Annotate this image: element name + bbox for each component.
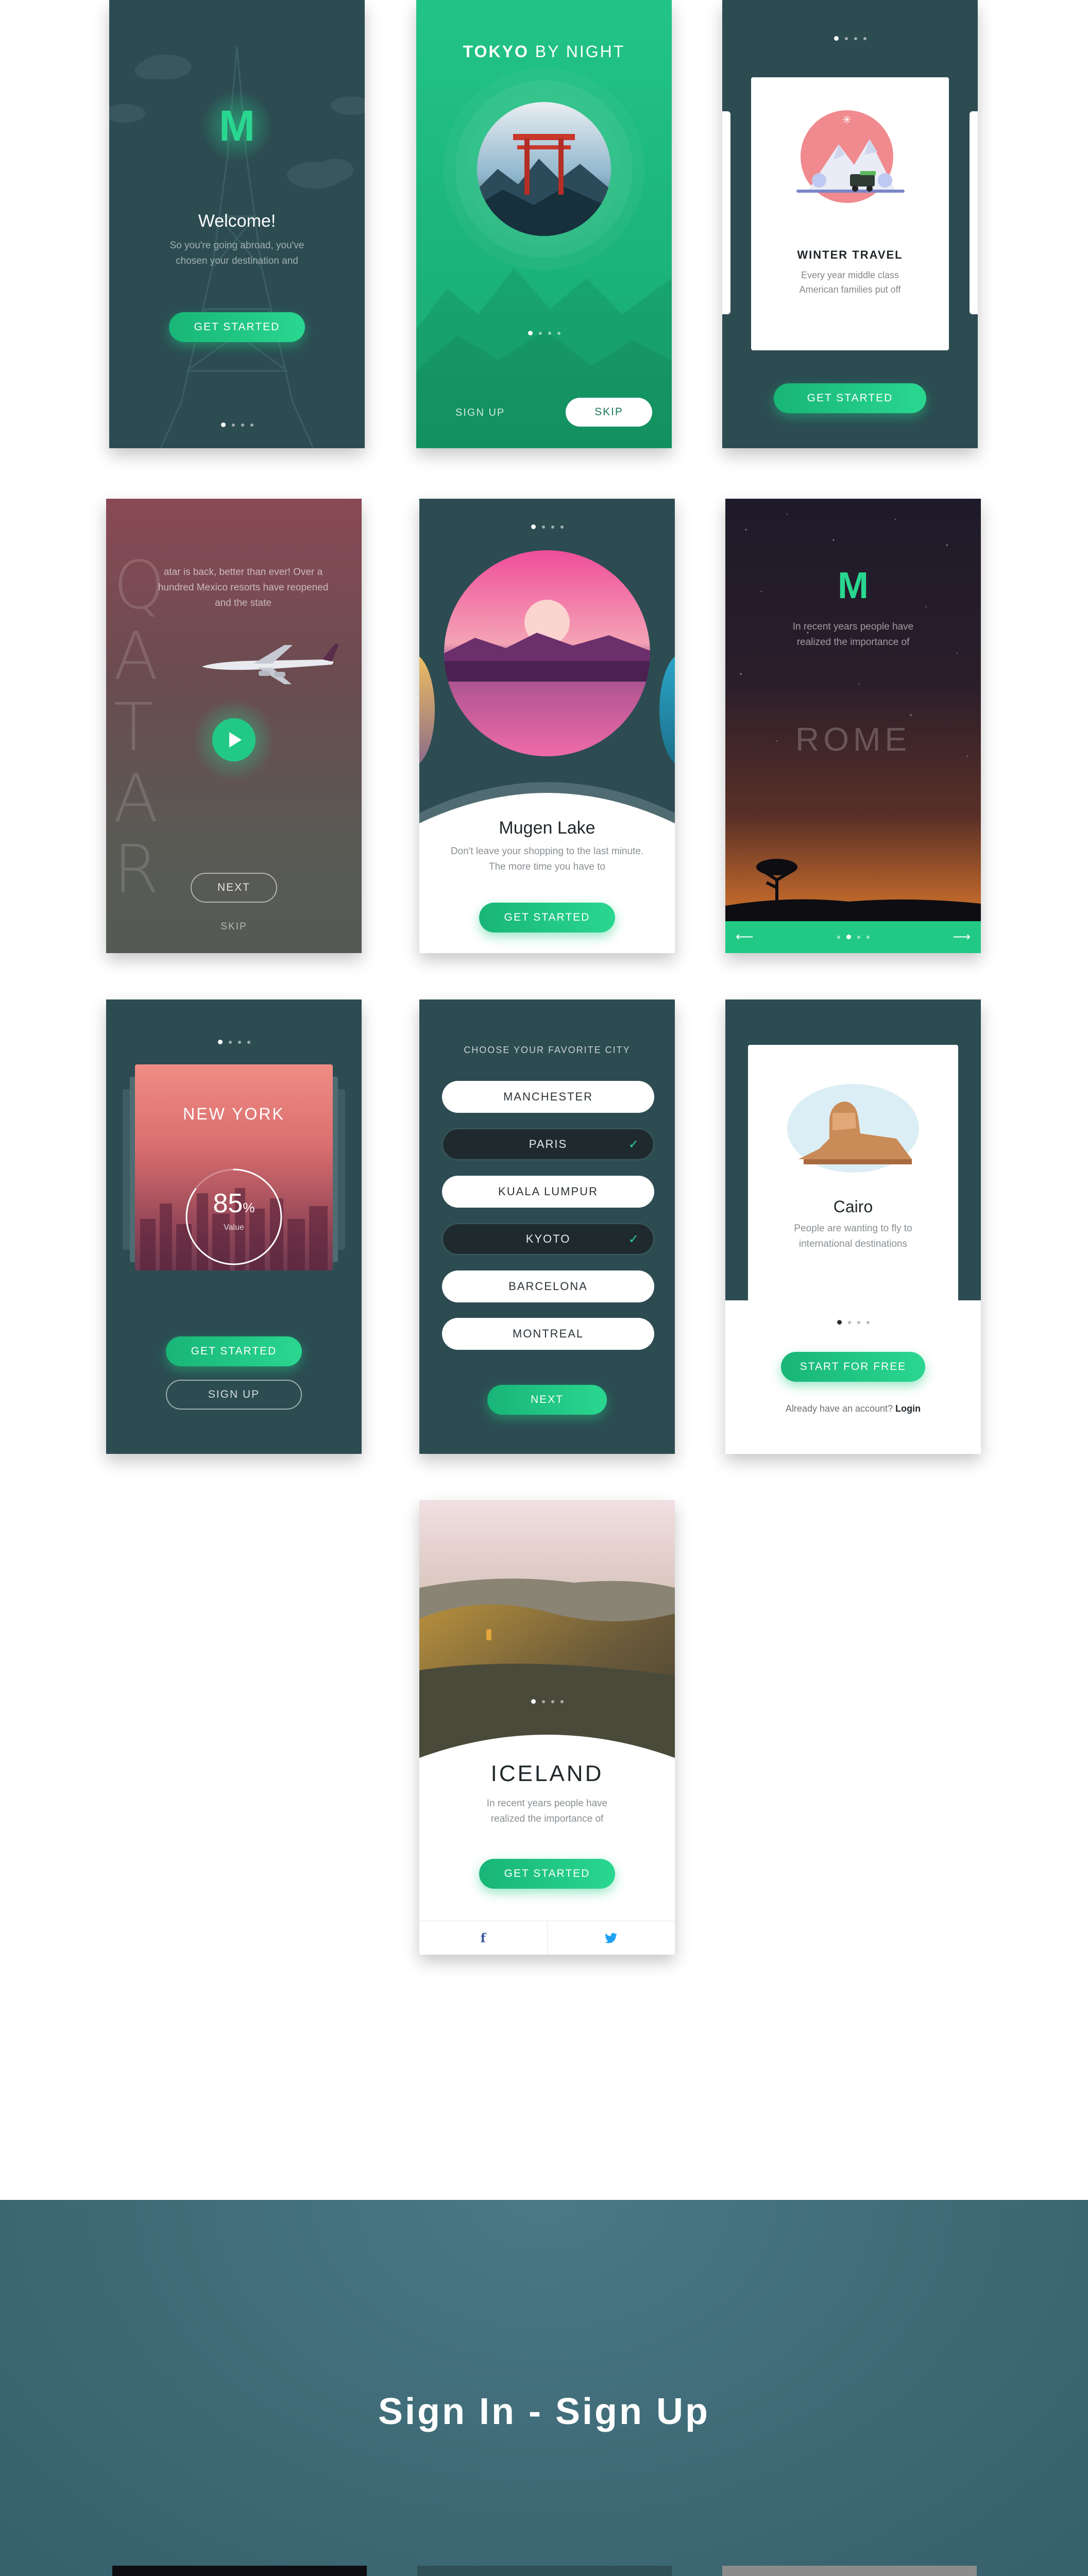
preview-screen-left — [112, 2566, 367, 2576]
progress-percent-sign: % — [243, 1200, 255, 1215]
cairo-title: Cairo — [833, 1197, 873, 1216]
app-logo: M — [838, 565, 869, 606]
signup-link[interactable]: SIGN UP — [455, 407, 505, 419]
section-banner: Sign In - Sign Up — [0, 2200, 1088, 2576]
preview-screen-center — [417, 2566, 672, 2576]
facebook-icon: f — [480, 1930, 486, 1945]
winter-illustration: ✳ — [796, 110, 905, 203]
page-indicator — [106, 1040, 362, 1044]
winter-subtitle: Every year middle class American familie… — [799, 270, 901, 295]
city-name: BARCELONA — [508, 1280, 588, 1293]
iceland-subtitle: In recent years people have realized the… — [486, 1798, 608, 1824]
get-started-button[interactable]: GET STARTED — [169, 312, 305, 342]
iceland-screen: ICELAND In recent years people have real… — [419, 1500, 675, 1955]
progress-label: Value — [224, 1223, 244, 1232]
checkmark-icon: ✓ — [628, 1232, 640, 1246]
rome-city-name: ROME — [795, 721, 911, 758]
section-title: Sign In - Sign Up — [378, 2391, 710, 2432]
play-icon — [229, 732, 242, 748]
new-york-title: NEW YORK — [183, 1105, 285, 1123]
qatar-subtitle: atar is back, better than ever! Over a h… — [158, 567, 329, 608]
tokyo-title: TOKYO BY NIGHT — [416, 42, 672, 61]
city-option-kyoto[interactable]: KYOTO ✓ — [442, 1223, 654, 1255]
qatar-background-word: QATAR — [113, 547, 165, 908]
city-option-manchester[interactable]: MANCHESTER — [442, 1081, 654, 1113]
page-indicator — [416, 331, 672, 335]
lake-sunset-image — [444, 550, 650, 756]
rome-screen: M In recent years people have realized t… — [725, 499, 981, 953]
preview-screen-right — [722, 2566, 977, 2576]
choose-city-heading: CHOOSE YOUR FAVORITE CITY — [464, 1045, 631, 1055]
welcome-title: Welcome! — [198, 211, 276, 231]
city-option-barcelona[interactable]: BARCELONA — [442, 1270, 654, 1302]
next-button[interactable]: NEXT — [191, 873, 277, 903]
welcome-subtitle: So you're going abroad, you've chosen yo… — [169, 240, 304, 266]
progress-percent: 85 — [213, 1189, 243, 1218]
skip-link[interactable]: SKIP — [106, 921, 362, 933]
tokyo-title-bold: TOKYO — [463, 42, 529, 61]
next-button[interactable]: NEXT — [487, 1385, 607, 1415]
twitter-icon — [605, 1933, 618, 1943]
start-for-free-button[interactable]: START FOR FREE — [781, 1352, 925, 1382]
skip-button[interactable]: SKIP — [566, 398, 652, 427]
tokyo-title-light: BY NIGHT — [535, 42, 625, 61]
arrow-right-icon[interactable]: ⟶ — [953, 929, 971, 944]
city-option-paris[interactable]: PARIS ✓ — [442, 1128, 654, 1160]
city-name: MONTREAL — [512, 1327, 584, 1340]
city-option-kuala-lumpur[interactable]: KUALA LUMPUR — [442, 1176, 654, 1208]
rome-subtitle: In recent years people have realized the… — [792, 621, 914, 648]
page-indicator — [725, 1320, 981, 1325]
rome-nav-bar: ⟵ ⟶ — [725, 921, 981, 953]
mugen-title: Mugen Lake — [499, 818, 596, 838]
cairo-subtitle: People are wanting to fly to internation… — [794, 1223, 912, 1249]
sphinx-illustration — [787, 1084, 919, 1173]
night-sky — [725, 514, 981, 921]
account-text: Already have an account? — [785, 1403, 893, 1414]
get-started-button[interactable]: GET STARTED — [479, 1859, 615, 1889]
winter-title: WINTER TRAVEL — [797, 248, 903, 261]
page-indicator — [722, 36, 978, 41]
svg-text:✳: ✳ — [842, 114, 852, 127]
social-bar: f — [419, 1921, 675, 1955]
next-image-peek — [659, 653, 675, 767]
city-name: KYOTO — [525, 1232, 571, 1245]
tokyo-screen: TOKYO BY NIGHT SIGN UP SKIP — [416, 0, 672, 448]
progress-value: 85% — [182, 1188, 285, 1219]
get-started-button[interactable]: GET STARTED — [479, 903, 615, 933]
cairo-screen: Cairo People are wanting to fly to inter… — [725, 999, 981, 1454]
login-prompt: Already have an account? Login — [725, 1403, 981, 1414]
city-option-montreal[interactable]: MONTREAL — [442, 1318, 654, 1350]
showcase-page: M Welcome! So you're going abroad, you'v… — [0, 0, 1088, 2576]
content-curve — [419, 1735, 675, 1799]
app-logo: M — [219, 101, 255, 150]
get-started-button[interactable]: GET STARTED — [774, 383, 926, 413]
city-name: PARIS — [529, 1138, 568, 1150]
login-link[interactable]: Login — [895, 1403, 921, 1414]
mugen-subtitle: Don't leave your shopping to the last mi… — [450, 846, 644, 872]
city-name: MANCHESTER — [503, 1090, 593, 1103]
choose-city-screen: CHOOSE YOUR FAVORITE CITY MANCHESTER PAR… — [419, 999, 675, 1454]
facebook-login[interactable]: f — [419, 1921, 548, 1955]
welcome-screen: M Welcome! So you're going abroad, you'v… — [109, 0, 365, 448]
page-indicator — [419, 1699, 675, 1704]
get-started-button[interactable]: GET STARTED — [166, 1336, 302, 1366]
page-indicator — [725, 935, 981, 939]
page-indicator — [419, 524, 675, 529]
page-indicator — [109, 422, 365, 427]
play-button[interactable] — [212, 718, 256, 761]
city-name: KUALA LUMPUR — [498, 1185, 598, 1198]
new-york-screen: NEW YORK 85% Value GET STARTED SIGN UP — [106, 999, 362, 1454]
airplane-illustration — [202, 644, 339, 684]
twitter-login[interactable] — [548, 1921, 675, 1955]
signup-button[interactable]: SIGN UP — [166, 1380, 302, 1410]
mugen-lake-screen: Mugen Lake Don't leave your shopping to … — [419, 499, 675, 953]
prev-image-peek — [419, 653, 435, 767]
qatar-screen: QATAR atar is back, better than ever! Ov… — [106, 499, 362, 953]
iceland-title: ICELAND — [490, 1761, 604, 1786]
torii-gate-image — [477, 102, 611, 236]
winter-travel-screen: ✳ WINTER TRAVEL Every year middle class … — [722, 0, 978, 448]
checkmark-icon: ✓ — [628, 1138, 640, 1151]
